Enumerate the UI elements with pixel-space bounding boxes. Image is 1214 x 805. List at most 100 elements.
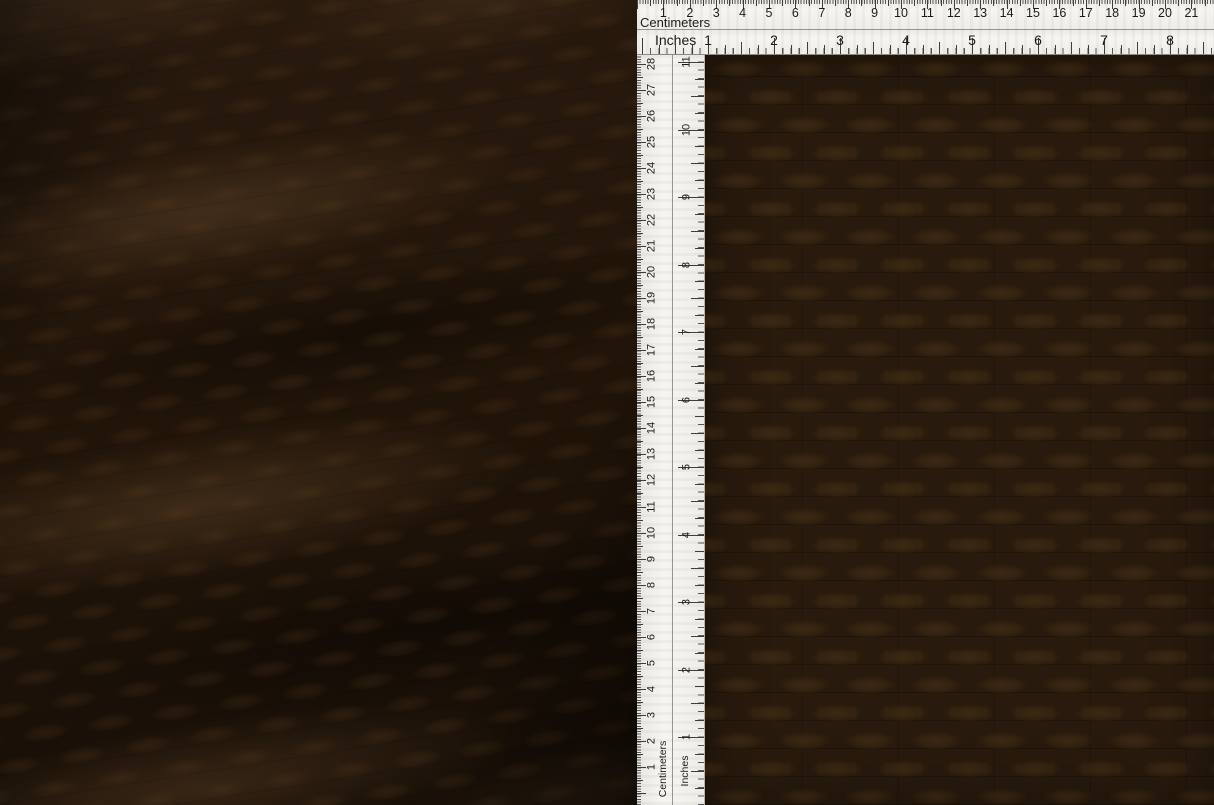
- fraction-inch-tick: [695, 315, 704, 317]
- fabric-product-photo: Centimeters 1 2 3 4 5 6 7 8 9 10 11 12 13 14 15 16 17 18 1…: [0, 0, 1214, 805]
- fraction-inch-tick: [691, 230, 704, 232]
- vertical-cm-number: 17: [645, 344, 658, 357]
- half-cm-tick: [637, 180, 643, 182]
- fraction-inch-tick: [695, 180, 704, 182]
- cm-ruler-number: 2: [686, 6, 694, 20]
- cm-ruler-number: 9: [871, 6, 879, 20]
- half-cm-tick: [1072, 0, 1074, 6]
- vertical-cm-number: 24: [645, 161, 658, 174]
- fraction-inch-tick: [695, 686, 704, 688]
- half-cm-tick: [1151, 0, 1153, 6]
- cm-ruler-number: 8: [844, 6, 852, 20]
- half-cm-tick: [637, 701, 643, 703]
- vertical-cm-number: 7: [645, 607, 658, 614]
- fraction-inch-tick: [939, 42, 940, 54]
- fraction-inch-tick: [695, 112, 704, 114]
- horizontal-inch-ruler: Inches 12345678: [637, 30, 1214, 55]
- vertical-cm-ruler-label: Centimeters: [656, 740, 669, 798]
- half-cm-tick: [637, 623, 643, 625]
- fraction-inch-tick: [1054, 45, 1056, 54]
- inch-ruler-number: 7: [1100, 32, 1108, 48]
- fraction-inch-tick: [889, 45, 891, 54]
- half-cm-tick: [887, 0, 889, 6]
- fraction-inch-tick: [695, 247, 704, 249]
- vertical-cm-number: 26: [645, 109, 658, 122]
- measurement-panel: Centimeters 1 2 3 4 5 6 7 8 9 10 11 12 13 14 15 16 17 18 1…: [637, 0, 1214, 805]
- fraction-inch-tick: [691, 163, 704, 165]
- fraction-inch-tick: [695, 753, 704, 755]
- fraction-inch-tick: [695, 787, 704, 789]
- fraction-inch-tick: [695, 348, 704, 350]
- vertical-inch-number: 4: [680, 531, 693, 538]
- half-cm-tick: [755, 0, 757, 6]
- inch-ruler-number: 3: [836, 32, 844, 48]
- half-cm-tick: [637, 597, 643, 599]
- fraction-inch-tick: [695, 517, 704, 519]
- cm-ruler-number: 3: [712, 6, 720, 20]
- half-cm-tick: [637, 311, 643, 313]
- vertical-cm-number: 27: [645, 83, 658, 96]
- fraction-inch-tick: [695, 382, 704, 384]
- cm-tick: [637, 0, 638, 9]
- cm-ruler-number: 16: [1052, 6, 1067, 20]
- inch-ruler-number: 2: [770, 32, 778, 48]
- vertical-cm-number: 15: [645, 396, 658, 409]
- fraction-inch-tick: [695, 618, 704, 620]
- vertical-ruler: Centimeters Inches 1 2 3 4 5 6 7 8 9 10 11 12 13 14 15…: [637, 55, 705, 805]
- vertical-cm-number: 22: [645, 213, 658, 227]
- fraction-inch-tick: [691, 95, 704, 97]
- cm-ruler-label: Centimeters: [640, 15, 711, 30]
- vertical-cm-number: 16: [645, 370, 658, 383]
- fraction-inch-tick: [790, 45, 792, 54]
- half-cm-tick: [637, 649, 643, 651]
- vertical-cm-number: 18: [645, 318, 658, 331]
- fraction-inch-tick: [695, 416, 704, 418]
- vertical-inch-number: 9: [680, 193, 693, 201]
- inch-ruler-number: 8: [1166, 32, 1174, 48]
- ruler-divider-line: [672, 55, 673, 805]
- vertical-inch-eighth-ticks: [698, 55, 704, 805]
- cm-ruler-number: 15: [1026, 6, 1040, 20]
- half-cm-tick: [835, 0, 836, 6]
- fraction-inch-tick: [988, 45, 990, 54]
- vertical-inch-ruler-label: Inches: [678, 755, 691, 787]
- cm-ruler-number: 7: [818, 6, 826, 20]
- vertical-cm-number: 13: [645, 448, 658, 461]
- cm-millimeter-ticks: [637, 0, 1214, 4]
- half-cm-tick: [637, 102, 643, 104]
- cm-ruler-number: 6: [791, 6, 799, 20]
- half-cm-tick: [637, 154, 643, 156]
- vertical-inch-number: 8: [680, 261, 693, 268]
- fraction-inch-tick: [1120, 45, 1122, 54]
- vertical-cm-number: 10: [645, 526, 658, 539]
- fraction-inch-tick: [695, 652, 704, 654]
- half-cm-tick: [637, 337, 643, 339]
- vertical-cm-number: 20: [645, 265, 658, 279]
- half-cm-tick: [637, 363, 643, 365]
- fraction-inch-tick: [757, 45, 759, 54]
- fraction-inch-tick: [1071, 42, 1072, 54]
- vertical-inch-number: 10: [680, 123, 693, 136]
- cm-ruler-number: 10: [894, 6, 908, 20]
- fraction-inch-tick: [691, 568, 704, 570]
- fraction-inch-tick: [1005, 42, 1006, 54]
- cm-ruler-number: 21: [1184, 6, 1199, 20]
- vertical-cm-number: 23: [645, 187, 658, 201]
- fraction-inch-tick: [1186, 45, 1188, 54]
- cm-ruler-number: 14: [999, 6, 1014, 20]
- fraction-inch-tick: [695, 551, 704, 553]
- half-cm-tick: [637, 285, 643, 287]
- inch-tick: [642, 38, 643, 54]
- fraction-inch-tick: [695, 585, 704, 587]
- fraction-inch-tick: [1203, 42, 1204, 54]
- half-cm-tick: [729, 0, 731, 6]
- inch-eighth-ticks: [642, 48, 1214, 54]
- half-cm-tick: [637, 493, 643, 495]
- half-cm-tick: [637, 467, 643, 469]
- half-cm-tick: [637, 571, 643, 573]
- fraction-inch-tick: [691, 298, 704, 300]
- half-cm-tick: [676, 0, 678, 6]
- half-cm-tick: [637, 206, 643, 208]
- fraction-inch-tick: [695, 483, 704, 485]
- fraction-inch-tick: [955, 45, 957, 54]
